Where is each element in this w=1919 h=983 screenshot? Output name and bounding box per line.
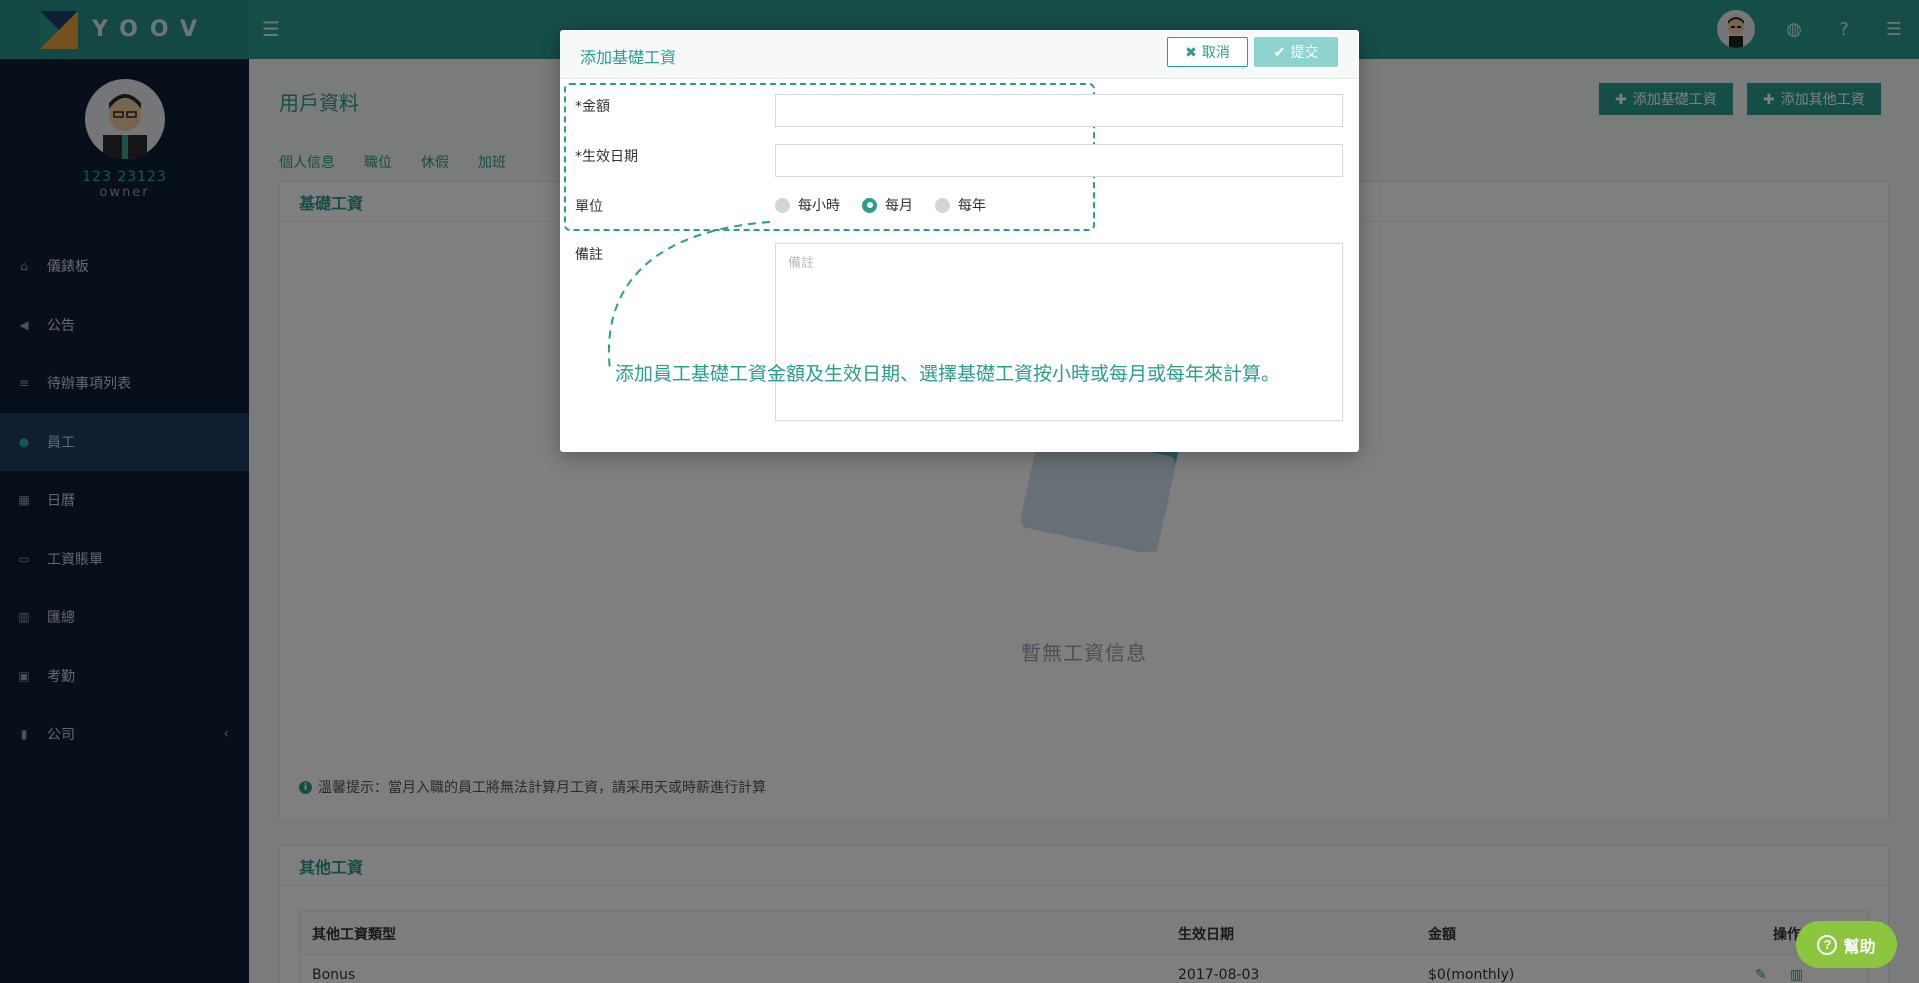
radio-dot[interactable] (862, 197, 877, 213)
unit-radio-group: 每小時 每月 每年 (775, 195, 986, 215)
effective-date-label: *生效日期 (575, 149, 638, 165)
remark-label: 備註 (575, 247, 603, 263)
effective-date-input[interactable] (775, 144, 1343, 177)
radio-monthly[interactable]: 每月 (862, 195, 913, 215)
submit-button[interactable]: ✔ 提交 (1254, 37, 1338, 67)
radio-yearly[interactable]: 每年 (935, 195, 986, 215)
help-circle-icon: ? (1817, 934, 1838, 955)
amount-input[interactable] (775, 94, 1343, 127)
radio-dot[interactable] (775, 197, 790, 213)
help-button[interactable]: ? 幫助 (1796, 921, 1897, 968)
add-basic-salary-modal: 添加基礎工資 ✖ 取消 ✔ 提交 *金額 *生效日期 單位 每小時 每月 每年 備註… (560, 30, 1359, 452)
unit-label: 單位 (575, 199, 603, 215)
cancel-button[interactable]: ✖ 取消 (1167, 37, 1248, 67)
radio-label: 每小時 (798, 198, 840, 214)
annotation-text: 添加員工基礎工資金額及生效日期、選擇基礎工資按小時或每月或每年來計算。 (615, 363, 1281, 385)
check-icon: ✔ (1273, 43, 1286, 60)
radio-hourly[interactable]: 每小時 (775, 195, 840, 215)
help-label: 幫助 (1843, 938, 1876, 956)
radio-label: 每年 (958, 198, 986, 214)
radio-label: 每月 (885, 198, 913, 214)
cancel-label: 取消 (1201, 44, 1230, 60)
modal-title: 添加基礎工資 (580, 48, 677, 67)
remark-textarea[interactable] (775, 243, 1343, 421)
close-icon: ✖ (1185, 43, 1197, 60)
amount-label: *金額 (575, 99, 610, 115)
submit-label: 提交 (1290, 44, 1319, 60)
radio-dot[interactable] (935, 197, 950, 213)
annotation-curve (607, 221, 771, 371)
modal-header: 添加基礎工資 ✖ 取消 ✔ 提交 (560, 30, 1359, 79)
